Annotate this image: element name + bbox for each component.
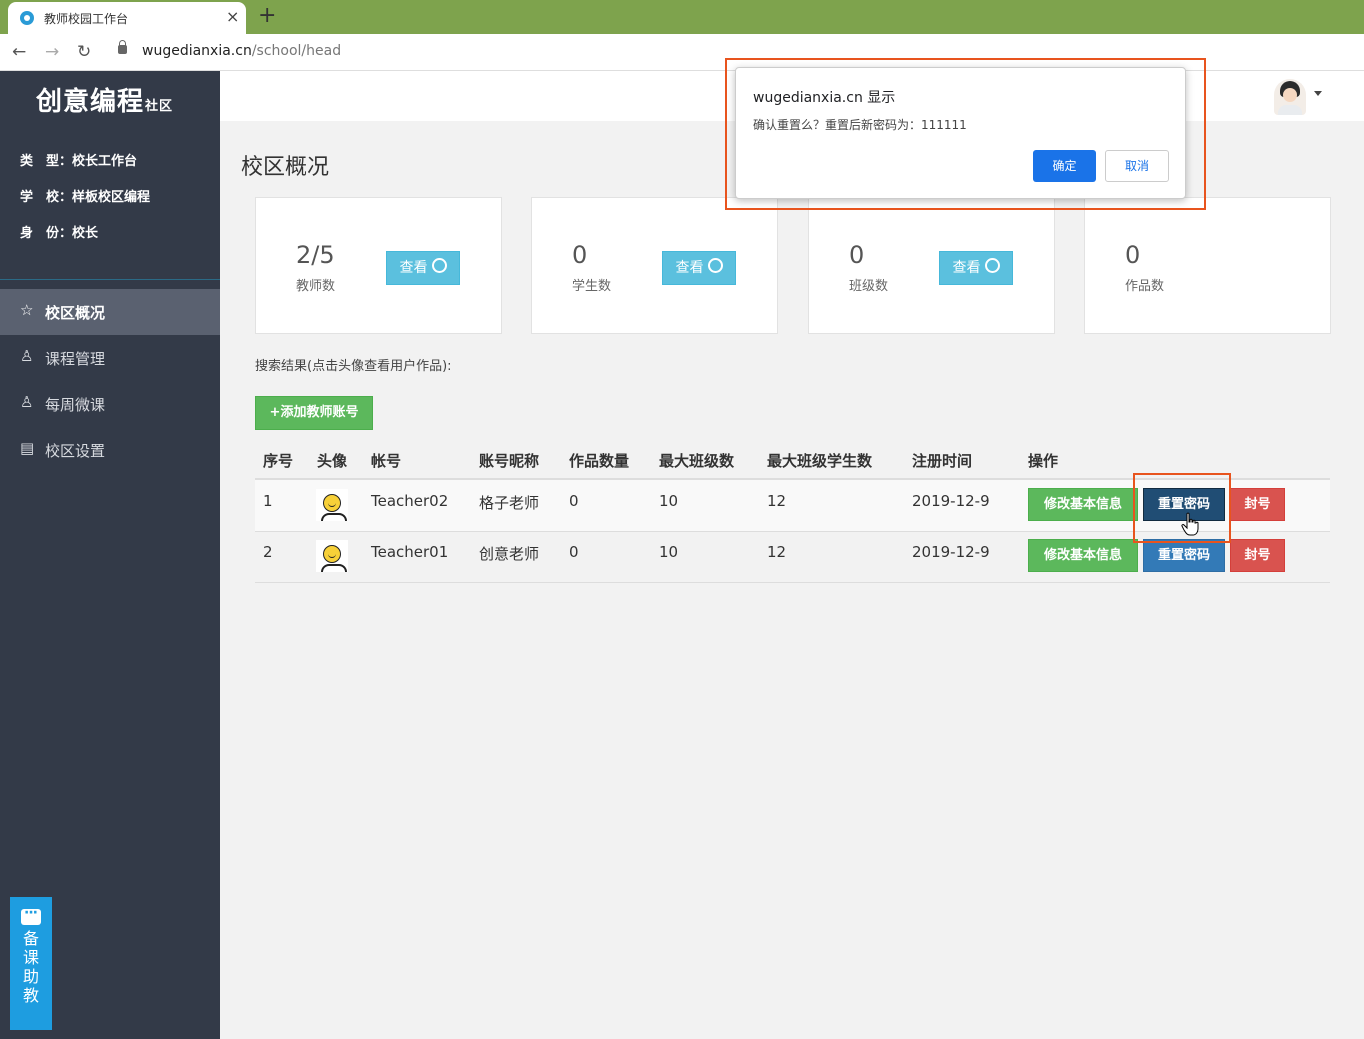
reset-password-button[interactable]: 重置密码: [1143, 539, 1225, 572]
info-identity: 身 份：校长: [20, 226, 99, 241]
user-icon: ♙: [20, 393, 34, 411]
cell-nickname: 格子老师: [479, 494, 540, 512]
sidebar-item-label: 校区设置: [45, 442, 106, 460]
column-header: 作品数量: [569, 452, 630, 470]
star-icon: ☆: [20, 301, 34, 319]
stat-label: 教师数: [296, 279, 336, 294]
stat-value: 0: [849, 241, 865, 269]
sidebar-item-label: 校区概况: [45, 304, 106, 322]
cell-nickname: 创意老师: [479, 545, 540, 563]
tab-close-icon[interactable]: ×: [226, 7, 239, 26]
stat-label: 学生数: [572, 279, 612, 294]
site-logo[interactable]: 创意编程社区: [36, 81, 173, 118]
result-note: 搜索结果(点击头像查看用户作品):: [255, 359, 452, 374]
view-students-button[interactable]: 查看: [662, 251, 736, 285]
info-school: 学 校：样板校区编程: [20, 190, 151, 205]
cell-max-classes: 10: [659, 492, 679, 510]
url-field[interactable]: wugedianxia.cn/school/head: [142, 43, 341, 59]
cell-works: 0: [569, 543, 579, 561]
site-favicon-icon: [20, 11, 34, 25]
stat-value: 2/5: [296, 241, 335, 269]
stat-card-works: 0 作品数: [1084, 197, 1331, 334]
url-host: wugedianxia.cn: [142, 43, 252, 59]
cell-registered: 2019-12-9: [912, 492, 990, 510]
column-header: 帐号: [371, 452, 402, 470]
sidebar: 创意编程社区 类 型：校长工作台 学 校：样板校区编程 身 份：校长 ☆ 校区概…: [0, 71, 220, 1039]
dialog-message: 确认重置么？重置后新密码为：111111: [753, 118, 967, 132]
url-path: /school/head: [251, 43, 342, 59]
view-button-label: 查看: [952, 260, 981, 276]
lock-icon[interactable]: [118, 40, 127, 54]
user-icon: ♙: [20, 347, 34, 365]
sidebar-item-overview[interactable]: ☆ 校区概况: [0, 289, 220, 335]
stat-label: 班级数: [849, 279, 889, 294]
stat-label: 作品数: [1125, 279, 1165, 294]
column-header: 头像: [317, 452, 348, 470]
back-icon[interactable]: ←: [12, 42, 26, 62]
column-header: 最大班级学生数: [767, 452, 873, 470]
cell-account: Teacher02: [371, 492, 449, 510]
chevron-down-icon[interactable]: [1314, 91, 1322, 96]
stat-card-classes: 0 班级数 查看: [808, 197, 1055, 334]
cancel-button[interactable]: 取消: [1105, 150, 1169, 182]
teacher-avatar-icon[interactable]: [316, 489, 348, 521]
confirm-button[interactable]: 确定: [1033, 150, 1096, 182]
sidebar-divider: [0, 279, 220, 280]
logo-main: 创意编程: [36, 87, 145, 117]
browser-tabbar: 教师校园工作台 × +: [0, 0, 1364, 34]
document-icon: ▤: [20, 439, 35, 457]
cell-account: Teacher01: [371, 543, 449, 561]
sidebar-item-settings[interactable]: ▤ 校区设置: [0, 427, 220, 473]
cell-max-students: 12: [767, 492, 787, 510]
add-teacher-button[interactable]: +添加教师账号: [255, 396, 373, 430]
search-icon: [707, 258, 723, 273]
cell-index: 1: [263, 492, 273, 510]
info-type: 类 型：校长工作台: [20, 154, 138, 169]
view-button-label: 查看: [675, 260, 704, 276]
tab-title: 教师校园工作台: [44, 12, 129, 26]
column-header: 序号: [263, 452, 294, 470]
new-tab-icon[interactable]: +: [258, 3, 276, 29]
sidebar-item-label: 每周微课: [45, 396, 106, 414]
chat-icon: [21, 905, 41, 925]
column-header: 账号昵称: [479, 452, 540, 470]
stat-value: 0: [1125, 241, 1141, 269]
cell-max-classes: 10: [659, 543, 679, 561]
view-button-label: 查看: [399, 260, 428, 276]
cell-works: 0: [569, 492, 579, 510]
cell-max-students: 12: [767, 543, 787, 561]
column-header: 最大班级数: [659, 452, 735, 470]
browser-tab[interactable]: 教师校园工作台 ×: [8, 2, 246, 34]
search-icon: [984, 258, 1000, 273]
user-avatar[interactable]: [1274, 79, 1306, 115]
stat-card-students: 0 学生数 查看: [531, 197, 778, 334]
confirm-dialog: wugedianxia.cn 显示 确认重置么？重置后新密码为：111111 确…: [735, 67, 1186, 199]
search-icon: [431, 258, 447, 273]
reload-icon[interactable]: ↻: [77, 42, 91, 62]
lesson-assistant-button[interactable]: 备课助教: [10, 897, 52, 1030]
sidebar-item-label: 课程管理: [45, 350, 106, 368]
logo-sub: 社区: [145, 99, 174, 114]
ban-account-button[interactable]: 封号: [1230, 539, 1285, 572]
view-classes-button[interactable]: 查看: [939, 251, 1013, 285]
sidebar-item-weekly-lessons[interactable]: ♙ 每周微课: [0, 381, 220, 427]
column-header: 注册时间: [912, 452, 973, 470]
view-teachers-button[interactable]: 查看: [386, 251, 460, 285]
page-title: 校区概况: [241, 155, 330, 180]
helper-label: 备课助教: [23, 929, 40, 1005]
hand-cursor-icon: [1181, 512, 1199, 536]
column-header: 操作: [1028, 452, 1059, 470]
cell-index: 2: [263, 543, 273, 561]
stat-card-teachers: 2/5 教师数 查看: [255, 197, 502, 334]
edit-info-button[interactable]: 修改基本信息: [1028, 488, 1138, 521]
ban-account-button[interactable]: 封号: [1230, 488, 1285, 521]
dialog-title: wugedianxia.cn 显示: [753, 90, 896, 106]
edit-info-button[interactable]: 修改基本信息: [1028, 539, 1138, 572]
teacher-avatar-icon[interactable]: [316, 540, 348, 572]
cell-registered: 2019-12-9: [912, 543, 990, 561]
forward-icon[interactable]: →: [45, 42, 59, 62]
stat-value: 0: [572, 241, 588, 269]
sidebar-item-courses[interactable]: ♙ 课程管理: [0, 335, 220, 381]
